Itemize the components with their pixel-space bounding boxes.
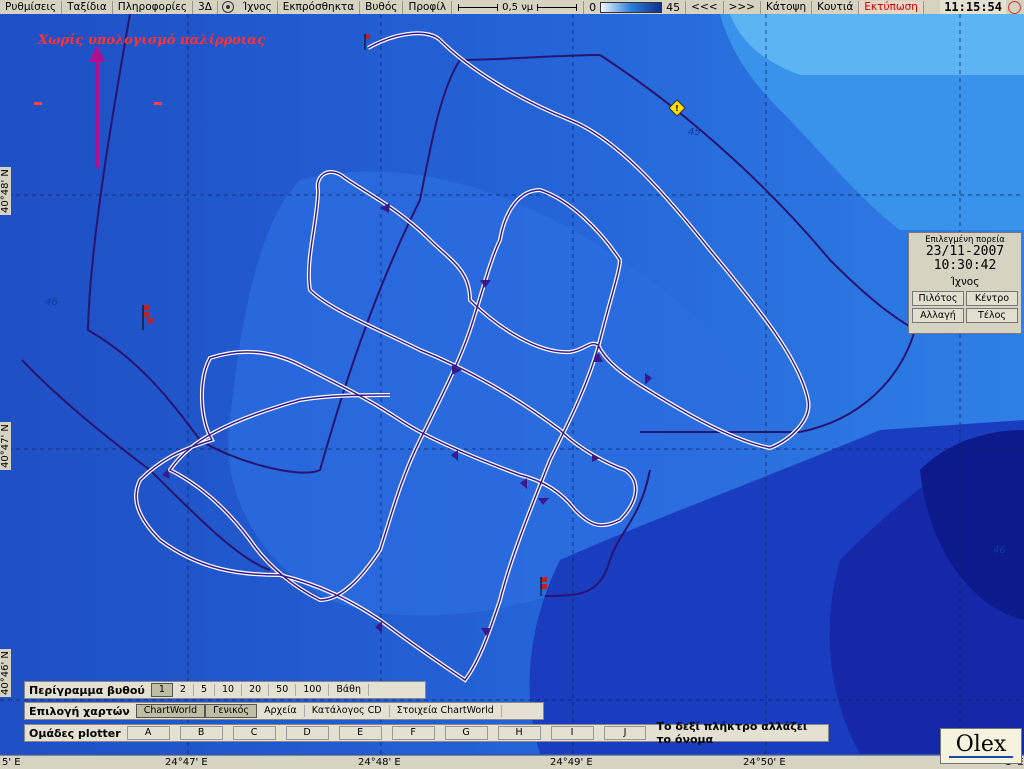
menu-planview[interactable]: Κάτοψη <box>761 0 813 14</box>
lat-label: 40°47' N <box>0 422 11 470</box>
plotter-groups-row: Ομάδες plotter A B C D E F G H I J Το δε… <box>24 720 829 746</box>
lon-label: 24°47' E <box>165 757 208 768</box>
olex-logo: Olex <box>940 728 1022 764</box>
plotter-group-i[interactable]: I <box>550 726 594 740</box>
depth-contour-label: Περίγραμμα βυθού <box>29 683 145 697</box>
plotter-group-f[interactable]: F <box>391 726 435 740</box>
depth-contour-row: Περίγραμμα βυθού 1 2 5 10 20 50 100 Βάθη <box>24 681 426 699</box>
menu-seabed[interactable]: Βυθός <box>360 0 404 14</box>
scale-bar: 0,5 νμ <box>452 0 585 14</box>
pilot-button[interactable]: Πιλότος <box>912 291 964 306</box>
contour-option-100[interactable]: 100 <box>296 684 330 696</box>
sounding-b: 46 <box>45 297 58 308</box>
menu-profile[interactable]: Προφίλ <box>403 0 453 14</box>
contour-option-10[interactable]: 10 <box>215 684 243 696</box>
depth-color-scale[interactable]: 0 45 <box>584 0 687 14</box>
rename-hint: Το δεξί πλήκτρο αλλάζει το όνομα <box>656 720 808 746</box>
tide-warning-label: Χωρίς υπολογισμό παλίρροιας <box>38 33 266 48</box>
plotter-groups-label: Ομάδες plotter <box>29 726 121 740</box>
depth-gradient <box>600 1 663 13</box>
plotter-group-b[interactable]: B <box>179 726 223 740</box>
chart-option-files[interactable]: Αρχεία <box>257 705 305 717</box>
menu-settings[interactable]: Ρυθμίσεις <box>0 0 63 14</box>
sounding-a: 45 <box>688 127 701 138</box>
chart-option-cd-catalog[interactable]: Κατάλογος CD <box>305 705 390 717</box>
menu-boxes[interactable]: Κουτιά <box>812 0 860 14</box>
menu-print[interactable]: Εκτύπωση <box>859 0 924 14</box>
chart-option-chartworld[interactable]: ChartWorld <box>135 704 206 718</box>
lon-label: 24°49' E <box>550 757 593 768</box>
lat-label: 40°46' N <box>0 649 11 697</box>
menu-trips[interactable]: Ταξίδια <box>62 0 113 14</box>
target-icon[interactable] <box>221 1 234 13</box>
chart-selection-label: Επιλογή χαρτών <box>29 704 130 718</box>
chart-option-chartworld-data[interactable]: Στοιχεία ChartWorld <box>390 705 502 717</box>
panel-date: 23/11-2007 <box>925 244 1005 259</box>
sounding-c: 46 <box>993 545 1006 556</box>
center-button[interactable]: Κέντρο <box>966 291 1018 306</box>
clock-icon <box>1008 0 1021 14</box>
contour-option-50[interactable]: 50 <box>269 684 297 696</box>
plotter-group-e[interactable]: E <box>338 726 382 740</box>
menu-3d[interactable]: 3Δ <box>193 0 218 14</box>
menu-info[interactable]: Πληροφορίες <box>113 0 194 14</box>
menu-track[interactable]: Ίχνος <box>238 0 278 14</box>
menu-printout[interactable]: Εκπρόσθηκτα <box>278 0 361 14</box>
contour-option-depths[interactable]: Βάθη <box>329 684 370 696</box>
plotter-group-j[interactable]: J <box>603 726 647 740</box>
plotter-group-c[interactable]: C <box>232 726 276 740</box>
menu-bar: Ρυθμίσεις Ταξίδια Πληροφορίες 3Δ Ίχνος Ε… <box>0 0 1024 15</box>
plotter-group-h[interactable]: H <box>497 726 541 740</box>
depth-max: 45 <box>666 0 681 14</box>
chart-selection-row: Επιλογή χαρτών ChartWorld Γενικός Αρχεία… <box>24 702 544 720</box>
nav-back-button[interactable]: <<< <box>686 0 724 14</box>
panel-time: 10:30:42 <box>933 258 997 273</box>
selected-track-panel: Επιλεγμένη πορεία 23/11-2007 10:30:42 Ίχ… <box>908 232 1022 334</box>
contour-option-2[interactable]: 2 <box>173 684 194 696</box>
chart-option-general[interactable]: Γενικός <box>205 704 258 718</box>
nav-forward-button[interactable]: >>> <box>724 0 761 14</box>
end-button[interactable]: Τέλος <box>966 308 1018 323</box>
panel-track-name: Ίχνος <box>950 276 980 288</box>
lon-label: 24°50' E <box>743 757 786 768</box>
contour-option-5[interactable]: 5 <box>194 684 215 696</box>
longitude-bar: 5' E 24°47' E 24°48' E 24°49' E 24°50' E… <box>0 755 1024 769</box>
chart-map[interactable]: ! 45 46 46 <box>0 14 1024 754</box>
contour-option-1[interactable]: 1 <box>150 683 173 697</box>
lat-label: 40°48' N <box>0 167 11 215</box>
plotter-group-a[interactable]: A <box>126 726 170 740</box>
depth-min: 0 <box>589 0 597 14</box>
clock: 11:15:54 <box>940 0 1006 14</box>
contour-option-20[interactable]: 20 <box>242 684 270 696</box>
lon-label: 24°48' E <box>358 757 401 768</box>
map-canvas[interactable]: ! 45 46 46 <box>0 14 1024 754</box>
change-button[interactable]: Αλλαγή <box>912 308 964 323</box>
lon-edge-label: 5' E <box>2 757 21 768</box>
plotter-group-g[interactable]: G <box>444 726 488 740</box>
plotter-group-d[interactable]: D <box>285 726 329 740</box>
scale-label: 0,5 νμ <box>502 1 534 13</box>
svg-text:!: ! <box>675 104 679 113</box>
